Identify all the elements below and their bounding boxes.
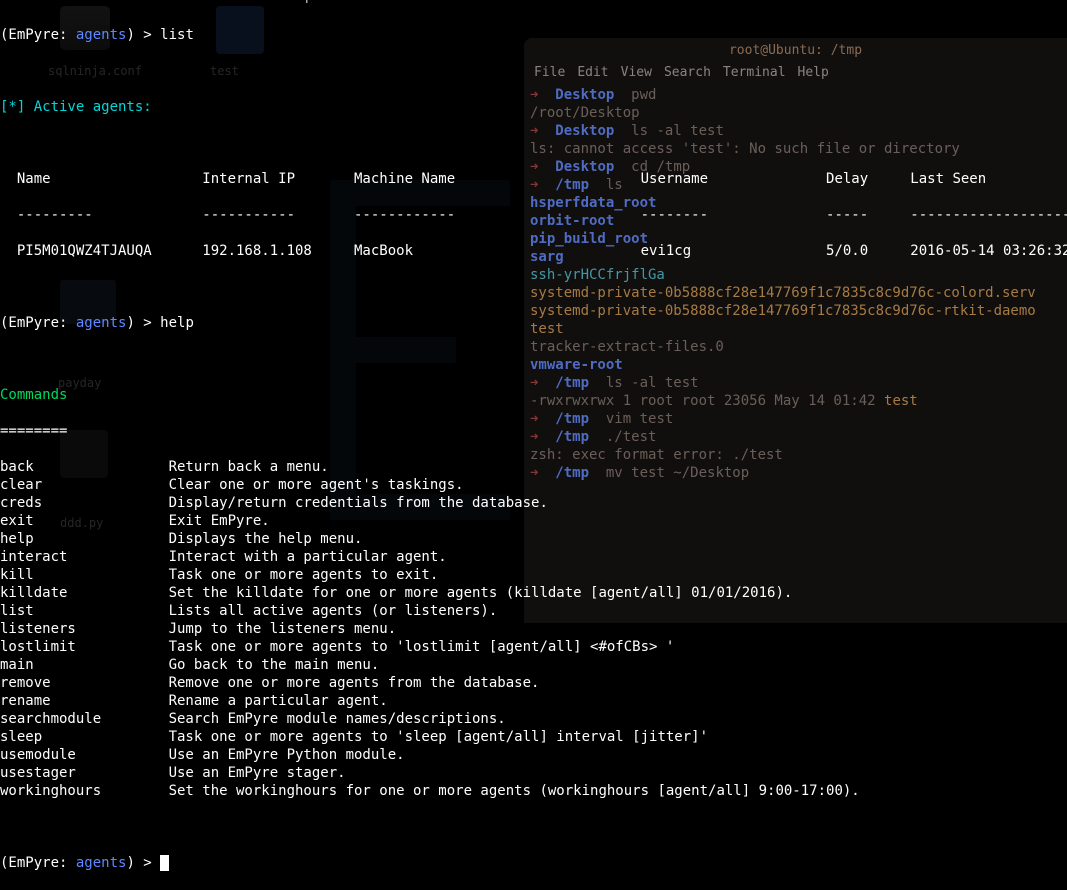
help-row: creds Display/return credentials from th… (0, 494, 1067, 512)
help-row: kill Task one or more agents to exit. (0, 566, 1067, 584)
prompt-open: (EmPyre: (0, 27, 76, 43)
help-row: usestager Use an EmPyre stager. (0, 764, 1067, 782)
agents-table-rule: --------- ----------- ------------ -----… (0, 206, 1067, 224)
help-row: searchmodule Search EmPyre module names/… (0, 710, 1067, 728)
help-row: lostlimit Task one or more agents to 'lo… (0, 638, 1067, 656)
help-row: workinghours Set the workinghours for on… (0, 782, 1067, 800)
agents-table-header: Name Internal IP Machine Name Username D… (0, 170, 1067, 188)
prompt-close: ) > (126, 27, 160, 43)
help-row: sleep Task one or more agents to 'sleep … (0, 728, 1067, 746)
help-row: exit Exit EmPyre. (0, 512, 1067, 530)
agents-table-rows: PI5M01QWZ4TJAUQA 192.168.1.108 MacBook e… (0, 242, 1067, 260)
help-commands: back Return back a menu.clear Clear one … (0, 458, 1067, 800)
help-row: killdate Set the killdate for one or mor… (0, 584, 1067, 602)
help-rule: ======== (0, 423, 67, 439)
table-row: PI5M01QWZ4TJAUQA 192.168.1.108 MacBook e… (0, 242, 1067, 260)
help-title: Commands (0, 387, 67, 403)
prompt-context: agents (76, 27, 127, 43)
terminal-output[interactable]: (EmPyre: agents) > list [*] Active agent… (0, 4, 1067, 890)
help-row: interact Interact with a particular agen… (0, 548, 1067, 566)
command-list: list (160, 27, 194, 43)
cursor (160, 855, 169, 871)
help-row: back Return back a menu. (0, 458, 1067, 476)
prompt-line[interactable]: (EmPyre: agents) > (0, 854, 1067, 872)
help-row: rename Rename a particular agent. (0, 692, 1067, 710)
help-row: clear Clear one or more agent's taskings… (0, 476, 1067, 494)
command-help: help (160, 315, 194, 331)
active-agents-header: [*] Active agents: (0, 99, 152, 115)
help-row: main Go back to the main menu. (0, 656, 1067, 674)
help-row: help Displays the help menu. (0, 530, 1067, 548)
help-row: usemodule Use an EmPyre Python module. (0, 746, 1067, 764)
help-row: list Lists all active agents (or listene… (0, 602, 1067, 620)
help-row: remove Remove one or more agents from th… (0, 674, 1067, 692)
